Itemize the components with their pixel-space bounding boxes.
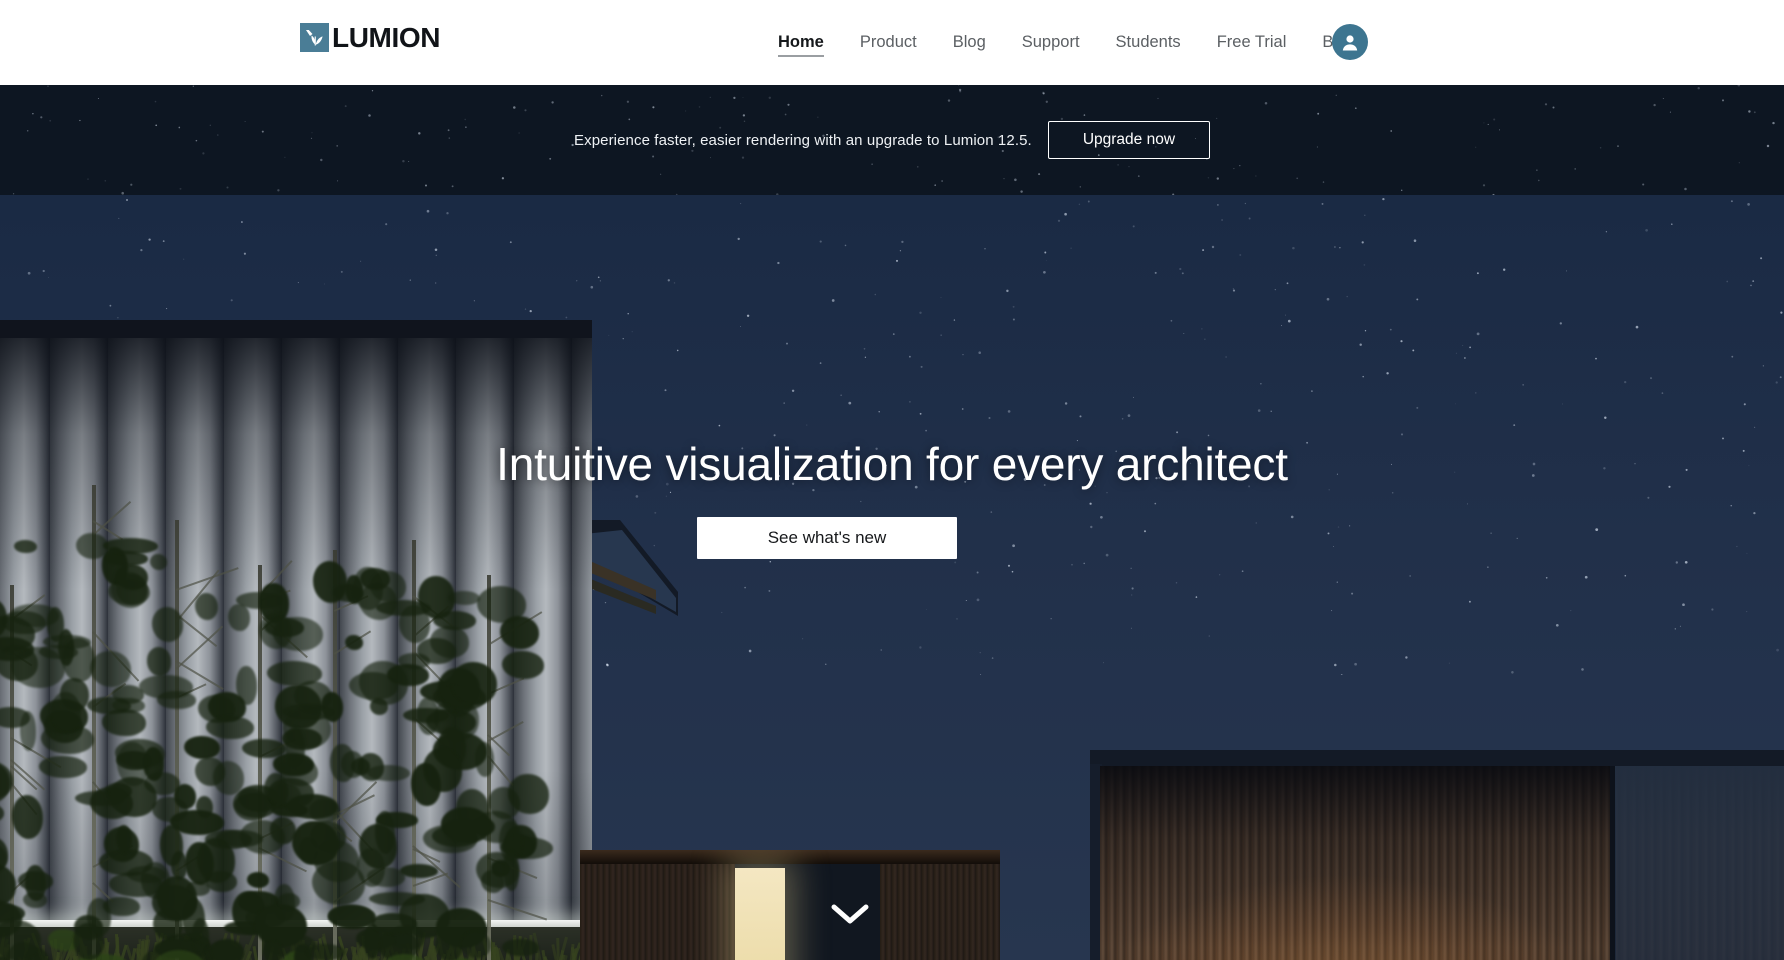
nav-item-free-trial[interactable]: Free Trial (1199, 0, 1305, 85)
page-root: LUMION Home Product Blog Support Student… (0, 0, 1784, 960)
nav-item-label: Students (1115, 33, 1181, 51)
entrance-soffit (580, 850, 1000, 864)
nav-item-label: Support (1021, 33, 1080, 51)
glowing-entrance-door (735, 868, 785, 960)
nav-item-blog[interactable]: Blog (935, 0, 1004, 85)
upgrade-now-button[interactable]: Upgrade now (1047, 121, 1211, 159)
entrance-slats-right (880, 864, 1000, 960)
lumion-leaf-icon (300, 23, 329, 52)
nav-item-label: Free Trial (1216, 33, 1287, 51)
birch-trees (0, 390, 640, 960)
site-header: LUMION Home Product Blog Support Student… (0, 0, 1784, 85)
nav-item-students[interactable]: Students (1098, 0, 1199, 85)
glass-panel (1615, 766, 1784, 960)
primary-navigation: Home Product Blog Support Students Free … (760, 0, 1369, 85)
nav-item-home[interactable]: Home (760, 0, 842, 85)
banner-message: Experience faster, easier rendering with… (573, 131, 1032, 149)
chevron-down-icon[interactable] (820, 895, 880, 935)
nav-item-support[interactable]: Support (1004, 0, 1098, 85)
active-nav-underline (778, 55, 824, 57)
banner-content: Experience faster, easier rendering with… (0, 85, 1784, 195)
upgrade-banner: Experience faster, easier rendering with… (0, 85, 1784, 195)
hero-background-image (0, 195, 1784, 960)
wood-slat-wall (1090, 750, 1784, 960)
account-circle-icon[interactable] (1332, 24, 1368, 60)
nav-item-label: Blog (952, 33, 986, 51)
nav-item-product[interactable]: Product (842, 0, 935, 85)
entrance-volume (580, 850, 1000, 960)
logo[interactable]: LUMION (300, 23, 440, 52)
nav-item-label: Product (859, 33, 917, 51)
logo-wordmark: LUMION (332, 22, 441, 53)
see-whats-new-button[interactable]: See what's new (697, 517, 957, 559)
nav-item-label: Home (778, 33, 824, 51)
